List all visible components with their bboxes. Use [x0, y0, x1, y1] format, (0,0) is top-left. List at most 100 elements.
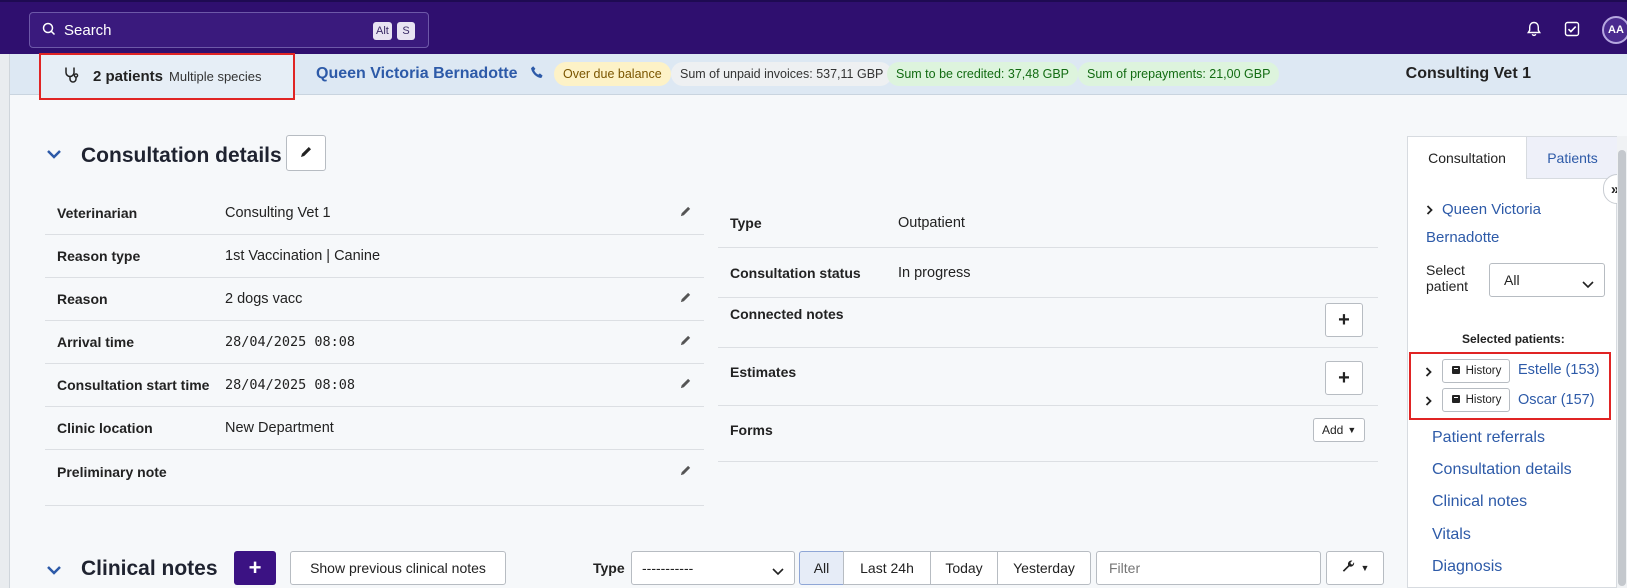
phone-icon[interactable]	[530, 65, 545, 83]
history-button-estelle[interactable]: History	[1442, 359, 1510, 383]
pencil-icon[interactable]	[679, 464, 692, 480]
patient-link-estelle[interactable]: Estelle (153)	[1518, 362, 1599, 378]
add-connected-note-button[interactable]: +	[1325, 303, 1363, 337]
nav-link-patient-referrals[interactable]: Patient referrals	[1432, 429, 1545, 447]
pencil-icon[interactable]	[679, 334, 692, 350]
patient-header-bar: 2 patients Multiple species Queen Victor…	[10, 53, 1627, 100]
range-last24h-button[interactable]: Last 24h	[843, 551, 931, 585]
shortcut-key-alt: Alt	[373, 22, 392, 40]
search-label: Search	[64, 21, 112, 39]
edit-consultation-button[interactable]	[286, 135, 326, 171]
detail-row-status: Consultation status In progress	[718, 248, 1378, 298]
stethoscope-icon	[63, 66, 79, 87]
patient-link-oscar[interactable]: Oscar (157)	[1518, 392, 1595, 408]
detail-value: Consulting Vet 1	[225, 205, 331, 221]
bell-icon[interactable]	[1524, 19, 1544, 39]
pencil-icon[interactable]	[679, 377, 692, 393]
book-icon	[1451, 394, 1461, 407]
book-icon	[1451, 365, 1461, 378]
detail-value: In progress	[898, 264, 971, 281]
pencil-icon[interactable]	[679, 205, 692, 221]
detail-label: Consultation start time	[57, 377, 210, 393]
detail-label: Estimates	[730, 364, 797, 380]
patients-summary[interactable]: 2 patients Multiple species	[39, 53, 295, 100]
chevron-down-icon	[1582, 276, 1594, 292]
detail-value: Outpatient	[898, 214, 965, 231]
section-title-clinical-notes: Clinical notes	[81, 557, 218, 580]
history-label: History	[1465, 394, 1502, 406]
detail-row-type: Type Outpatient	[718, 198, 1378, 248]
right-panel-scrollbar[interactable]	[1617, 136, 1627, 588]
scrollbar-thumb[interactable]	[1618, 150, 1626, 586]
caret-down-icon: ▼	[1360, 563, 1370, 573]
chevron-right-icon[interactable]	[1425, 364, 1433, 380]
detail-label: Veterinarian	[57, 205, 138, 221]
detail-value: 2 dogs vacc	[225, 291, 303, 307]
detail-label: Arrival time	[57, 334, 135, 350]
chevron-right-icon[interactable]	[1425, 393, 1433, 409]
range-all-button[interactable]: All	[799, 551, 844, 585]
filter-input[interactable]	[1096, 551, 1321, 585]
detail-label: Reason type	[57, 248, 141, 264]
owner-name-link[interactable]: Queen Victoria Bernadotte	[316, 65, 518, 83]
avatar[interactable]: AA	[1602, 16, 1627, 44]
detail-label: Reason	[57, 291, 108, 307]
current-vet: Consulting Vet 1	[1405, 65, 1531, 82]
detail-row-reason: Reason 2 dogs vacc	[45, 278, 704, 321]
detail-row-forms: Forms Add ▼	[718, 406, 1378, 462]
left-scrollbar[interactable]	[0, 54, 10, 588]
detail-label: Consultation status	[730, 264, 861, 281]
detail-row-arrival-time: Arrival time 28/04/2025 08:08	[45, 321, 704, 364]
tab-patients[interactable]: Patients	[1527, 137, 1618, 179]
add-clinical-note-button[interactable]: +	[234, 551, 276, 585]
range-yesterday-button[interactable]: Yesterday	[997, 551, 1091, 585]
add-estimate-button[interactable]: +	[1325, 361, 1363, 395]
detail-value: 28/04/2025 08:08	[225, 377, 356, 393]
nav-link-clinical-notes[interactable]: Clinical notes	[1432, 493, 1527, 511]
history-button-oscar[interactable]: History	[1442, 388, 1510, 412]
select-patient-dropdown[interactable]: All	[1489, 263, 1605, 297]
panel-owner-link[interactable]: Queen Victoria	[1442, 201, 1541, 218]
patients-species: Multiple species	[169, 69, 262, 84]
chevron-down-icon	[772, 563, 784, 579]
caret-down-icon: ▼	[1347, 425, 1357, 435]
detail-row-preliminary-note: Preliminary note	[45, 450, 704, 506]
collapse-chevron-icon[interactable]	[46, 563, 62, 581]
add-form-dropdown[interactable]: Add ▼	[1313, 418, 1366, 442]
select-patient-label-cont: patient	[1426, 278, 1469, 294]
detail-row-reason-type: Reason type 1st Vaccination | Canine	[45, 235, 704, 278]
task-check-icon[interactable]	[1562, 19, 1582, 39]
detail-row-clinic-location: Clinic location New Department	[45, 407, 704, 450]
nav-link-diagnosis[interactable]: Diagnosis	[1432, 558, 1502, 576]
tools-dropdown-button[interactable]: ▼	[1326, 551, 1384, 585]
detail-label: Forms	[730, 422, 773, 438]
type-label: Type	[593, 560, 625, 576]
detail-label: Connected notes	[730, 306, 844, 322]
pencil-icon	[299, 145, 313, 162]
selected-patients-title: Selected patients:	[1462, 332, 1565, 346]
search-bar[interactable]: Search Alt S	[29, 12, 429, 48]
overdue-badge: Over due balance	[554, 62, 671, 86]
detail-label: Type	[730, 214, 762, 231]
detail-row-estimates: Estimates +	[718, 348, 1378, 406]
range-today-button[interactable]: Today	[930, 551, 998, 585]
add-form-label: Add	[1322, 423, 1344, 437]
prepayments-badge: Sum of prepayments: 21,00 GBP	[1078, 62, 1280, 86]
section-title-consultation: Consultation details	[81, 144, 282, 167]
nav-link-vitals[interactable]: Vitals	[1432, 526, 1471, 544]
history-label: History	[1465, 365, 1502, 377]
select-patient-value: All	[1504, 272, 1520, 288]
pencil-icon[interactable]	[679, 291, 692, 307]
panel-owner-link-cont[interactable]: Bernadotte	[1426, 229, 1499, 246]
type-select[interactable]: -----------	[631, 551, 795, 585]
nav-link-consultation-details[interactable]: Consultation details	[1432, 461, 1572, 479]
show-previous-notes-button[interactable]: Show previous clinical notes	[290, 551, 506, 585]
detail-value: 28/04/2025 08:08	[225, 334, 356, 350]
tab-consultation[interactable]: Consultation	[1408, 137, 1527, 179]
collapse-chevron-icon[interactable]	[46, 147, 62, 165]
chevron-right-icon[interactable]	[1426, 202, 1434, 218]
detail-row-veterinarian: Veterinarian Consulting Vet 1	[45, 192, 704, 235]
detail-value: 1st Vaccination | Canine	[225, 248, 381, 264]
detail-value: New Department	[225, 420, 334, 436]
type-select-value: -----------	[642, 560, 694, 576]
